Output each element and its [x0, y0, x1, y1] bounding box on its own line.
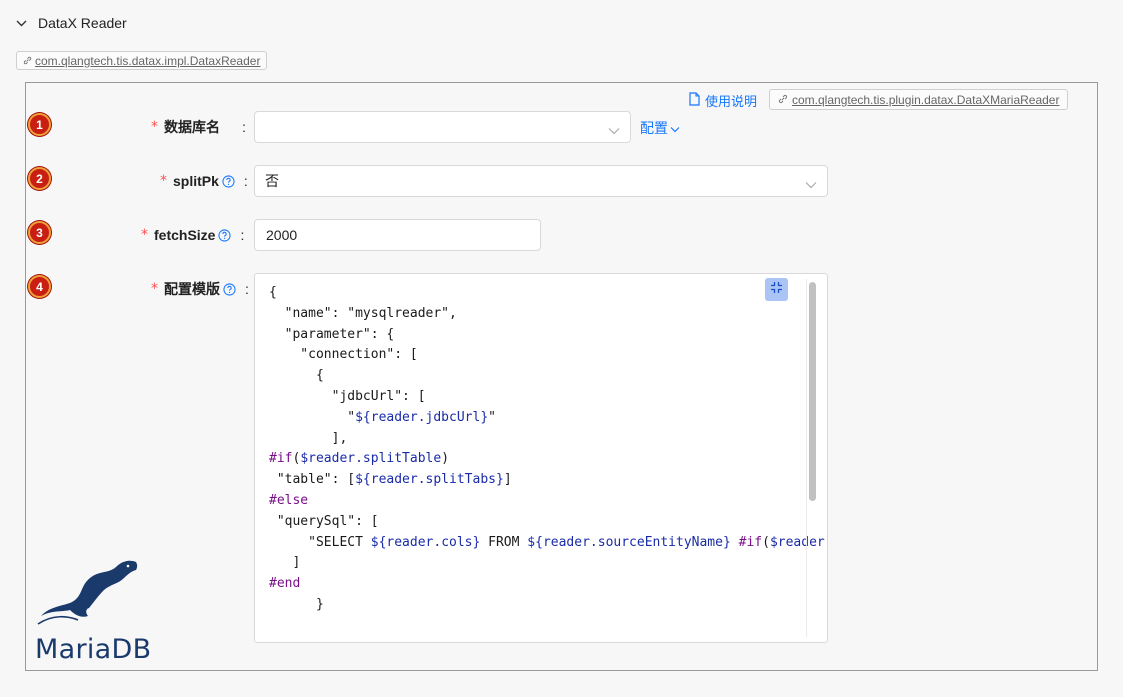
plugin-class-text: com.qlangtech.tis.plugin.datax.DataXMari… [792, 92, 1060, 107]
usage-doc-label: 使用说明 [705, 93, 758, 109]
config-dropdown-link[interactable]: 配置 [640, 119, 680, 137]
step-badge-4: 4 [28, 275, 51, 298]
code-line: "SELECT ${reader.cols} FROM ${reader.sou… [269, 534, 827, 550]
chevron-down-icon [670, 120, 680, 136]
code-line: { [269, 368, 324, 384]
code-content[interactable]: { "name": "mysqlreader", "parameter": { … [269, 283, 827, 616]
chevron-down-icon [14, 16, 28, 30]
mariadb-logo-text: MariaDB [35, 634, 152, 665]
code-line: "name": "mysqlreader", [269, 305, 457, 321]
question-circle-icon[interactable] [223, 282, 236, 296]
colon: : [245, 281, 249, 297]
reader-form: 使用说明 com.qlangtech.tis.plugin.datax.Data… [25, 82, 1098, 671]
chevron-down-icon [805, 176, 817, 189]
colon: : [243, 173, 248, 189]
colon: : [242, 119, 246, 135]
code-line: ], [269, 430, 348, 446]
code-line: "jdbcUrl": [ [269, 388, 426, 404]
code-line: "querySql": [ [269, 513, 379, 529]
scrollbar-thumb[interactable] [809, 282, 816, 501]
usage-doc-link[interactable]: 使用说明 [688, 91, 757, 109]
code-line: ] [269, 555, 301, 571]
mariadb-seal-logo [37, 560, 138, 625]
splitpk-select-value: 否 [265, 173, 279, 189]
code-line: #end [269, 576, 301, 592]
link-icon [23, 54, 32, 68]
field-label-text: 配置模版 [164, 281, 220, 297]
field-label-text: splitPk [173, 173, 219, 189]
field-label-text: 数据库名 [164, 119, 220, 135]
colon: : [240, 227, 245, 243]
panel-header[interactable]: DataX Reader [14, 12, 127, 34]
field-label-fetchsize: * fetchSize : [141, 225, 244, 245]
plugin-class-tag[interactable]: com.qlangtech.tis.plugin.datax.DataXMari… [769, 89, 1069, 110]
link-icon [778, 93, 788, 107]
field-label-text: fetchSize [154, 227, 216, 243]
database-select[interactable] [254, 111, 631, 143]
document-icon [688, 91, 701, 109]
step-badge-2: 2 [28, 167, 51, 190]
mariadb-logo: MariaDB [28, 554, 153, 669]
code-line: "parameter": { [269, 326, 395, 342]
code-line: "${reader.jdbcUrl}" [269, 409, 496, 425]
impl-class-tag[interactable]: com.qlangtech.tis.datax.impl.DataxReader [16, 51, 268, 70]
splitpk-select[interactable]: 否 [254, 165, 828, 197]
code-line: "table": [${reader.splitTabs}] [269, 472, 512, 488]
config-link-label: 配置 [640, 120, 668, 136]
fetchsize-input[interactable] [254, 219, 541, 251]
step-badge-3: 3 [28, 221, 51, 244]
code-line: { [269, 285, 277, 300]
required-mark: * [141, 227, 148, 243]
required-mark: * [151, 281, 158, 297]
required-mark: * [160, 173, 167, 189]
code-line: #else [269, 492, 309, 508]
required-mark: * [151, 119, 158, 135]
editor-scrollbar[interactable] [806, 279, 817, 637]
code-line: } [269, 596, 324, 612]
question-circle-icon[interactable] [222, 174, 235, 188]
question-circle-icon[interactable] [218, 228, 232, 242]
impl-class-text: com.qlangtech.tis.datax.impl.DataxReader [35, 53, 261, 68]
panel-title: DataX Reader [38, 15, 127, 31]
field-label-database: * 数据库名 : [151, 117, 246, 137]
collapse-fullscreen-icon [770, 281, 783, 299]
chevron-down-icon [608, 122, 620, 135]
step-badge-1: 1 [28, 113, 51, 136]
code-line: "connection": [ [269, 347, 418, 363]
code-line: #if($reader.splitTable) [269, 451, 450, 467]
template-code-editor[interactable]: { "name": "mysqlreader", "parameter": { … [254, 273, 828, 643]
field-label-splitpk: * splitPk : [160, 171, 248, 191]
fullscreen-toggle-button[interactable] [765, 278, 788, 301]
field-label-template: * 配置模版 : [151, 279, 249, 299]
